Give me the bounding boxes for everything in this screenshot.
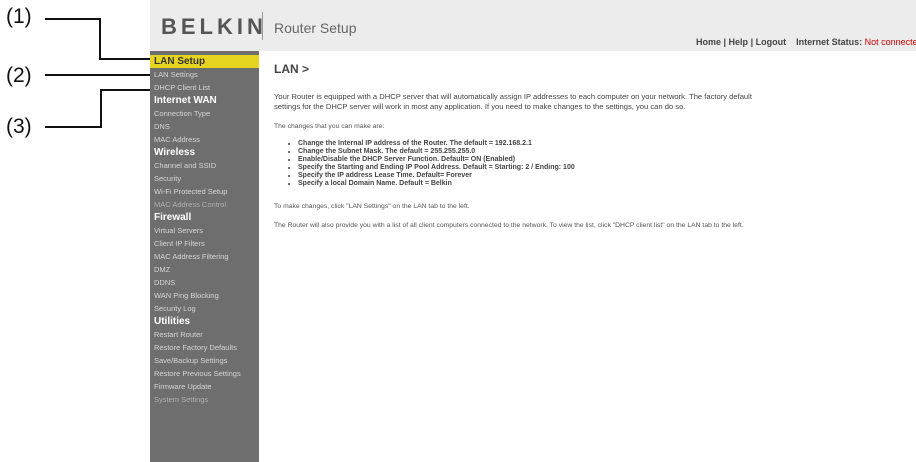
sidebar-item-wan-ping-blocking[interactable]: WAN Ping Blocking — [150, 289, 259, 302]
list-item: Change the Subnet Mask. The default = 25… — [298, 148, 764, 156]
dhcp-client-list-note: The Router will also provide you with a … — [274, 222, 744, 229]
sidebar-item-connection-type[interactable]: Connection Type — [150, 107, 259, 120]
callout-3-line — [45, 126, 102, 128]
list-item: Enable/Disable the DHCP Server Function.… — [298, 156, 764, 164]
callout-2: (2) — [6, 64, 32, 87]
sidebar-item-virtual-servers[interactable]: Virtual Servers — [150, 224, 259, 237]
sidebar-item-restore-factory-defaults[interactable]: Restore Factory Defaults — [150, 341, 259, 354]
help-link[interactable]: Help — [729, 37, 749, 47]
callout-3-line-end — [100, 89, 155, 91]
callout-3-line-vertical — [100, 89, 102, 128]
header-bar: BELKIN Router Setup Home | Help | Logout… — [150, 0, 916, 51]
callout-1-line-vertical — [99, 18, 101, 60]
home-link[interactable]: Home — [696, 37, 721, 47]
sidebar-nav: LAN Setup LAN Settings DHCP Client List … — [150, 51, 259, 462]
list-item: Specify the IP address Lease Time. Defau… — [298, 172, 764, 180]
list-item: Change the Internal IP address of the Ro… — [298, 140, 764, 148]
sidebar-item-dns[interactable]: DNS — [150, 120, 259, 133]
list-item: Specify the Starting and Ending IP Pool … — [298, 164, 764, 172]
sidebar-item-security-log[interactable]: Security Log — [150, 302, 259, 315]
changes-intro: The changes that you can make are: — [274, 123, 385, 130]
lan-settings-note: To make changes, click "LAN Settings" on… — [274, 203, 470, 210]
callout-1: (1) — [6, 5, 32, 28]
sidebar-section-wireless: Wireless — [154, 147, 196, 158]
sidebar-section-firewall: Firewall — [154, 212, 192, 223]
internet-status-value: Not connected — [864, 37, 916, 47]
logo-divider — [262, 12, 263, 40]
belkin-logo: BELKIN — [161, 14, 267, 39]
sidebar-item-system-settings[interactable]: System Settings — [150, 393, 259, 406]
sidebar-item-dmz[interactable]: DMZ — [150, 263, 259, 276]
sidebar-section-lan-setup[interactable]: LAN Setup — [150, 55, 259, 68]
sidebar-item-firmware-update[interactable]: Firmware Update — [150, 380, 259, 393]
sidebar-item-security[interactable]: Security — [150, 172, 259, 185]
callout-3: (3) — [6, 115, 32, 138]
sidebar-item-restore-previous-settings[interactable]: Restore Previous Settings — [150, 367, 259, 380]
list-item: Specify a local Domain Name. Default = B… — [298, 180, 764, 188]
sidebar-item-lan-settings[interactable]: LAN Settings — [150, 68, 259, 81]
main-content: LAN > Your Router is equipped with a DHC… — [274, 62, 764, 240]
page-title: LAN > — [274, 62, 310, 76]
sidebar-item-save-backup-settings[interactable]: Save/Backup Settings — [150, 354, 259, 367]
intro-paragraph: Your Router is equipped with a DHCP serv… — [274, 92, 752, 111]
callout-1-line-end — [99, 58, 155, 60]
sidebar-section-utilities: Utilities — [154, 316, 191, 327]
router-setup-page: BELKIN Router Setup Home | Help | Logout… — [150, 0, 916, 462]
sidebar-item-client-ip-filters[interactable]: Client IP Filters — [150, 237, 259, 250]
sidebar-item-ddns[interactable]: DDNS — [150, 276, 259, 289]
sidebar-item-mac-address[interactable]: MAC Address — [150, 133, 259, 146]
sidebar-item-restart-router[interactable]: Restart Router — [150, 328, 259, 341]
changes-list: Change the Internal IP address of the Ro… — [274, 140, 764, 188]
page-header-title: Router Setup — [274, 20, 357, 36]
internet-status-label: Internet Status: — [796, 37, 863, 47]
sidebar-section-internet-wan: Internet WAN — [154, 95, 217, 106]
sidebar-item-channel-ssid[interactable]: Channel and SSID — [150, 159, 259, 172]
sidebar-item-wps[interactable]: Wi-Fi Protected Setup — [150, 185, 259, 198]
callout-2-line — [45, 74, 155, 76]
logout-link[interactable]: Logout — [756, 37, 787, 47]
sidebar-item-mac-address-control[interactable]: MAC Address Control — [150, 198, 259, 211]
callout-1-line — [45, 18, 101, 20]
sidebar-item-mac-address-filtering[interactable]: MAC Address Filtering — [150, 250, 259, 263]
sidebar-item-dhcp-client-list[interactable]: DHCP Client List — [150, 81, 259, 94]
header-links: Home | Help | Logout Internet Status: No… — [696, 37, 916, 47]
